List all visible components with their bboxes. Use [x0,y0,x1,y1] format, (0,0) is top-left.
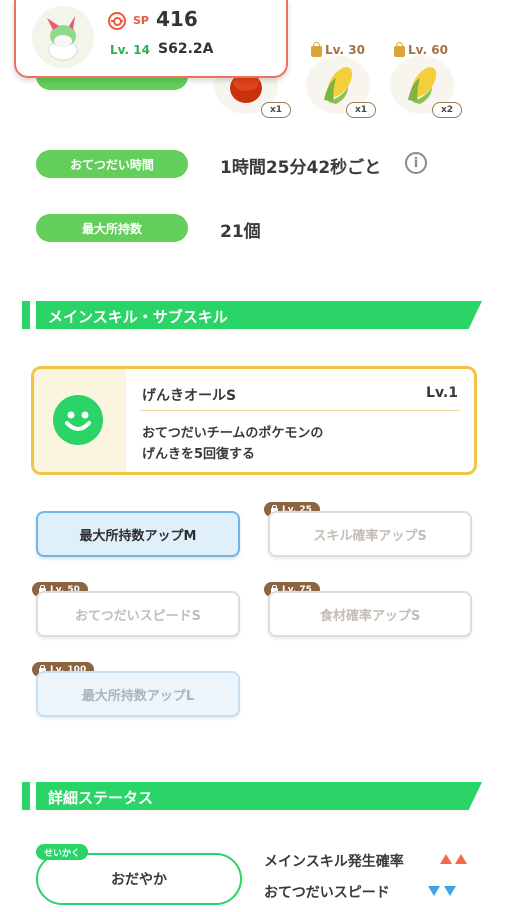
section-title: 詳細ステータス [48,789,154,807]
nature-box[interactable]: おだやか [36,853,242,905]
subskill-button-2[interactable]: スキル確率アップS [268,511,472,557]
subskill-button-5[interactable]: 最大所持数アップL [36,671,240,717]
details-section-header: 詳細ステータス [22,782,482,810]
main-skill-name: げんきオールS [142,388,237,404]
up-arrow-icon [455,854,467,864]
max-carry-label: 最大所持数 [36,214,188,242]
smile-icon [53,395,103,445]
up-arrow-icon [440,854,452,864]
level-label: Lv. 14 [110,43,150,57]
main-skill-card[interactable]: げんきオールS Lv.1 おてつだいチームのポケモンの げんきを5回復する [31,366,477,475]
nature-tag: せいかく [36,844,89,860]
help-time-value: 1時間25分42秒ごと [220,158,382,178]
nature-value: おだやか [111,872,167,888]
subskill-button-1[interactable]: 最大所持数アップM [36,511,240,557]
ingredient-count-3: x2 [432,102,462,118]
ingredient-lock-tag-2: Lv. 30 [311,41,365,57]
pokeball-icon [108,12,126,30]
ingredient-count-1: x1 [261,102,291,118]
ingredient-lock-tag-3: Lv. 60 [394,41,448,57]
nature-up-effect: メインスキル発生確率 [264,854,404,870]
ingredient-count-2: x1 [346,102,376,118]
pokemon-code: S62.2A [158,41,214,57]
sp-label: SP [133,14,149,27]
sp-value: 416 [156,7,198,31]
help-time-label: おてつだい時間 [36,150,188,178]
lock-icon [394,41,405,57]
ralts-icon [47,16,78,61]
main-skill-description: おてつだいチームのポケモンの げんきを5回復する [142,426,324,462]
divider [140,410,460,411]
pokemon-avatar [32,6,94,68]
max-carry-value: 21個 [220,222,261,242]
subskill-button-4[interactable]: 食材確率アップS [268,591,472,637]
main-skill-level: Lv.1 [426,385,458,401]
subskill-button-3[interactable]: おてつだいスピードS [36,591,240,637]
lock-icon [311,41,322,57]
info-icon[interactable]: i [405,152,427,174]
down-arrow-icon [444,886,456,896]
skills-section-header: メインスキル・サブスキル [22,301,482,329]
pokemon-header-card[interactable]: SP 416 Lv. 14 S62.2A [14,0,288,78]
nature-down-effect: おてつだいスピード [264,885,390,901]
section-title: メインスキル・サブスキル [48,308,228,326]
down-arrow-icon [428,886,440,896]
